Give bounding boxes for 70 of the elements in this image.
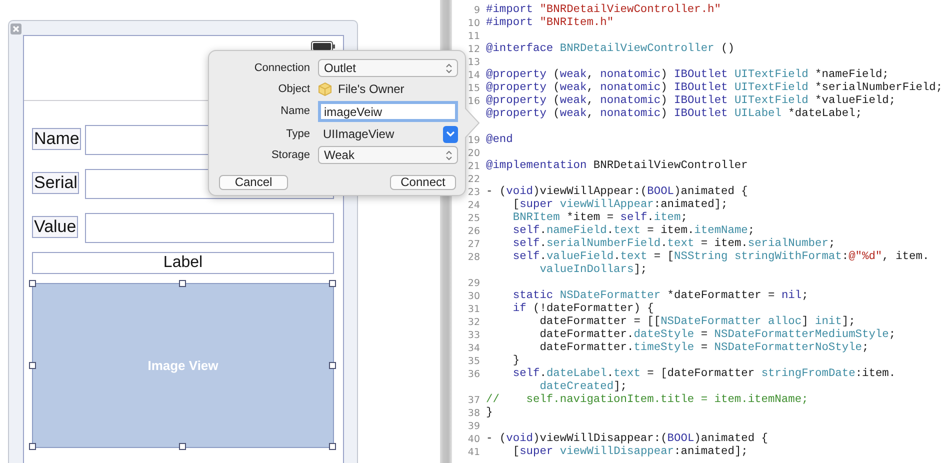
line-number: 39 [468, 421, 480, 432]
line-number: 35 [468, 356, 480, 367]
row-label: Type [285, 126, 310, 142]
code-line: #import "BNRItem.h" [485, 17, 614, 30]
line-number: 20 [468, 148, 480, 159]
code-line: @end [485, 134, 513, 147]
line-number: 14 [468, 70, 480, 81]
line-number: 16 [468, 96, 480, 107]
line-number: 24 [468, 200, 480, 211]
code-line: dateFormatter.dateStyle = NSDateFormatterMediumStyle; [538, 329, 896, 342]
line-number: 40 [468, 434, 480, 445]
code-line: self.valueField.text = [NSString stringWithFormat:@"%d", item. [512, 251, 930, 264]
line-number: 38 [468, 408, 480, 419]
code-line: dateFormatter = [[NSDateFormatter alloc] init]; [538, 316, 856, 328]
line-number: 9 [474, 5, 480, 16]
line-number: 25 [468, 213, 480, 224]
line-number: 33 [468, 330, 480, 341]
code-line: [super viewWillDisappear:animated]; [512, 446, 748, 459]
field-label: Value [32, 216, 78, 238]
code-line: [super viewWillAppear:animated]; [512, 199, 728, 212]
code-line: } [512, 355, 520, 368]
code-line: dateCreated]; [538, 381, 627, 394]
code-line: } [485, 407, 493, 420]
code-line: valueInDollars]; [538, 264, 648, 277]
line-number: 41 [468, 447, 480, 458]
field-label: Serial [32, 172, 80, 194]
row-label: Connection [253, 60, 310, 76]
line-number: 22 [468, 174, 480, 185]
line-number: 19 [468, 135, 480, 146]
line-number: 37 [468, 395, 480, 406]
code-line: self.dateLabel.text = [dateFormatter stringFromDate:item. [512, 368, 896, 380]
line-number: 32 [468, 317, 480, 328]
code-line: dateFormatter.timeStyle = NSDateFormatterNoStyle; [538, 342, 869, 355]
code-line: BNRItem *item = self.item; [512, 212, 688, 224]
line-number: 28 [468, 252, 480, 263]
line-number: 10 [468, 18, 480, 29]
code-line: // self.navigationItem.title = item.itemName; [485, 394, 808, 406]
code-line: @implementation BNRDetailViewController [485, 160, 748, 173]
code-line: static NSDateFormatter *dateFormatter = nil; [512, 290, 808, 302]
code-line: @property (weak, nonatomic) IBOutlet UILabel *dateLabel; [485, 108, 862, 121]
code-line: self.serialNumberField.text = item.serialNumber; [512, 238, 836, 250]
code-line: @property (weak, nonatomic) IBOutlet UITextField *valueField; [485, 95, 896, 108]
date-label: Label [32, 252, 334, 274]
line-number: 23 [468, 187, 480, 198]
line-number: 12 [468, 44, 480, 55]
line-number: 30 [468, 291, 480, 302]
code-line: @property (weak, nonatomic) IBOutlet UITextField *nameField; [485, 69, 889, 82]
image-view-label: Image View [148, 356, 218, 375]
code-line: #import "BNRDetailViewController.h" [485, 4, 721, 16]
line-number: 27 [468, 239, 480, 250]
code-line: - (void)viewWillDisappear:(BOOL)animated { [485, 433, 768, 446]
code-line: - (void)viewWillAppear:(BOOL)animated { [485, 186, 748, 198]
row-label: Storage [270, 148, 310, 163]
row-label: Object [277, 82, 310, 97]
line-number: 15 [468, 83, 480, 94]
code-line: self.nameField.text = item.itemName; [512, 225, 755, 238]
line-number: 36 [468, 369, 480, 380]
line-number: 29 [468, 278, 480, 289]
code-line: if (!dateFormatter) { [512, 303, 654, 316]
code-line: @property (weak, nonatomic) IBOutlet UITextField *serialNumberField; [485, 82, 943, 94]
line-number: 11 [468, 31, 480, 42]
object-name: File's Owner [338, 81, 404, 98]
field-label: Name [32, 128, 82, 150]
code-line: @interface BNRDetailViewController () [485, 43, 734, 56]
line-number: 31 [468, 304, 480, 315]
line-number: 13 [468, 57, 480, 68]
line-number: 34 [468, 343, 480, 354]
line-number: 26 [468, 226, 480, 237]
row-label: Name [280, 104, 310, 120]
line-number: 21 [468, 161, 480, 172]
